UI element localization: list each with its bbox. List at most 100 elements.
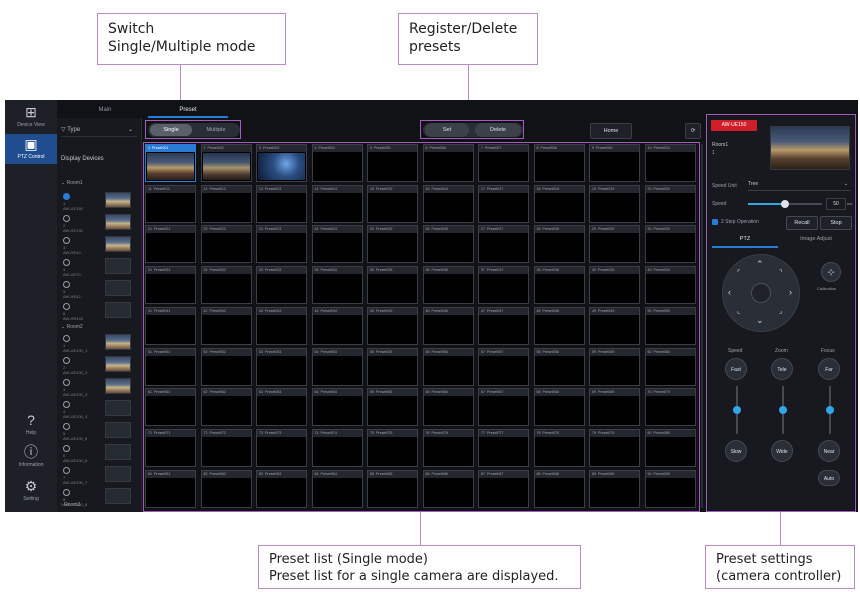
preset-cell[interactable]: 82 Preset082 bbox=[200, 469, 252, 508]
preset-cell[interactable]: 59 Preset059 bbox=[589, 347, 640, 386]
preset-cell[interactable]: 67 Preset067 bbox=[478, 388, 529, 427]
nav-help[interactable]: ? Help bbox=[5, 412, 57, 438]
preset-cell[interactable]: 49 Preset049 bbox=[589, 306, 640, 345]
preset-cell[interactable]: 23 Preset023 bbox=[256, 225, 307, 264]
arrow-up-left-icon[interactable]: ⌜ bbox=[737, 269, 740, 277]
preset-cell[interactable]: 15 Preset015 bbox=[367, 184, 418, 223]
preset-cell[interactable]: 54 Preset054 bbox=[311, 347, 363, 386]
preset-cell[interactable]: 27 Preset027 bbox=[478, 225, 529, 264]
preset-cell[interactable]: 78 Preset078 bbox=[533, 428, 585, 467]
nav-information[interactable]: ⓘ Information bbox=[5, 444, 57, 470]
refresh-button[interactable]: ⟳ bbox=[685, 123, 701, 139]
preset-cell[interactable]: 22 Preset022 bbox=[200, 225, 252, 264]
preset-cell[interactable]: 90 Preset090 bbox=[644, 469, 696, 508]
preset-cell[interactable]: 46 Preset046 bbox=[422, 306, 474, 345]
group-room3[interactable]: › Room3 bbox=[61, 502, 80, 508]
device-row[interactable]: 1 AW-UE100_1 bbox=[61, 332, 139, 354]
device-row[interactable]: 5 AW-HE42 bbox=[61, 278, 139, 300]
ptz-pad[interactable]: ⌃ ⌄ ‹ › ⌜ ⌝ ⌞ ⌟ bbox=[722, 254, 800, 332]
preset-cell[interactable]: 8 Preset008 bbox=[533, 144, 585, 182]
arrow-down-left-icon[interactable]: ⌞ bbox=[737, 307, 740, 315]
preset-cell[interactable]: 29 Preset029 bbox=[589, 225, 640, 264]
preset-cell[interactable]: 10 Preset010 bbox=[644, 144, 696, 182]
multiple-button[interactable]: Multiple bbox=[194, 124, 238, 136]
preset-cell[interactable]: 71 Preset071 bbox=[145, 428, 196, 467]
preset-cell[interactable]: 2 Preset002 bbox=[200, 144, 252, 182]
tab-image-adjust[interactable]: Image Adjust bbox=[782, 236, 850, 246]
preset-cell[interactable]: 73 Preset073 bbox=[256, 428, 307, 467]
tab-main[interactable]: Main bbox=[65, 104, 145, 116]
preset-cell[interactable]: 16 Preset016 bbox=[422, 184, 474, 223]
near-button[interactable]: Near bbox=[818, 440, 840, 462]
grid-scrollbar[interactable] bbox=[701, 144, 703, 508]
tele-button[interactable]: Tele bbox=[771, 358, 793, 380]
preset-cell[interactable]: 35 Preset035 bbox=[367, 266, 418, 305]
two-step-checkbox[interactable] bbox=[712, 219, 718, 225]
preset-cell[interactable]: 81 Preset081 bbox=[145, 469, 196, 508]
preset-cell[interactable]: 45 Preset045 bbox=[367, 306, 418, 345]
preset-cell[interactable]: 14 Preset014 bbox=[311, 184, 363, 223]
device-radio[interactable] bbox=[63, 357, 70, 364]
preset-cell[interactable]: 21 Preset021 bbox=[145, 225, 196, 264]
preset-cell[interactable]: 31 Preset031 bbox=[145, 266, 196, 305]
nav-device-view[interactable]: ⊞ Device View bbox=[5, 104, 57, 130]
type-filter[interactable]: ▽ Type ⌄ bbox=[61, 124, 137, 137]
preset-cell[interactable]: 17 Preset017 bbox=[478, 184, 529, 223]
preset-cell[interactable]: 61 Preset061 bbox=[145, 388, 196, 427]
arrow-down-icon[interactable]: ⌄ bbox=[756, 315, 764, 326]
set-button[interactable]: Set bbox=[425, 123, 469, 137]
preset-cell[interactable]: 84 Preset084 bbox=[311, 469, 363, 508]
preset-cell[interactable]: 88 Preset088 bbox=[533, 469, 585, 508]
preset-cell[interactable]: 38 Preset038 bbox=[533, 266, 585, 305]
preset-cell[interactable]: 63 Preset063 bbox=[256, 388, 307, 427]
preset-cell[interactable]: 87 Preset087 bbox=[478, 469, 529, 508]
device-radio[interactable] bbox=[63, 335, 70, 342]
preset-cell[interactable]: 36 Preset036 bbox=[422, 266, 474, 305]
preset-cell[interactable]: 47 Preset047 bbox=[478, 306, 529, 345]
preset-cell[interactable]: 1 Preset001 bbox=[145, 144, 196, 182]
preset-cell[interactable]: 48 Preset048 bbox=[533, 306, 585, 345]
preset-cell[interactable]: 12 Preset012 bbox=[200, 184, 252, 223]
stop-button[interactable]: Stop bbox=[820, 216, 852, 230]
tab-ptz[interactable]: PTZ bbox=[712, 236, 778, 248]
preset-cell[interactable]: 6 Preset006 bbox=[422, 144, 474, 182]
preset-cell[interactable]: 57 Preset057 bbox=[478, 347, 529, 386]
preset-cell[interactable]: 9 Preset009 bbox=[589, 144, 640, 182]
device-radio[interactable] bbox=[63, 401, 70, 408]
device-radio[interactable] bbox=[63, 215, 70, 222]
preset-cell[interactable]: 74 Preset074 bbox=[311, 428, 363, 467]
speed-unit-select[interactable]: Tree ⌄ bbox=[748, 179, 850, 191]
wide-button[interactable]: Wide bbox=[771, 440, 793, 462]
device-row[interactable]: 2 AW-HE130 bbox=[61, 212, 139, 234]
nav-setting[interactable]: ⚙ Setting bbox=[5, 478, 57, 506]
device-row[interactable]: 5 AW-UE100_5 bbox=[61, 420, 139, 442]
preset-cell[interactable]: 65 Preset065 bbox=[367, 388, 418, 427]
preset-cell[interactable]: 30 Preset030 bbox=[644, 225, 696, 264]
device-row[interactable]: 4 AW-UE70 bbox=[61, 256, 139, 278]
slow-button[interactable]: Slow bbox=[725, 440, 747, 462]
preset-cell[interactable]: 32 Preset032 bbox=[200, 266, 252, 305]
preset-cell[interactable]: 66 Preset066 bbox=[422, 388, 474, 427]
device-radio[interactable] bbox=[63, 379, 70, 386]
device-row[interactable]: 3 AW-UE100_3 bbox=[61, 376, 139, 398]
preset-cell[interactable]: 51 Preset051 bbox=[145, 347, 196, 386]
preset-cell[interactable]: 44 Preset044 bbox=[311, 306, 363, 345]
speed-vertical-slider[interactable] bbox=[733, 386, 741, 434]
device-radio[interactable] bbox=[63, 467, 70, 474]
preset-cell[interactable]: 53 Preset053 bbox=[256, 347, 307, 386]
preset-cell[interactable]: 83 Preset083 bbox=[256, 469, 307, 508]
preset-cell[interactable]: 4 Preset004 bbox=[311, 144, 363, 182]
zoom-vertical-slider[interactable] bbox=[779, 386, 787, 434]
device-radio[interactable] bbox=[63, 193, 70, 200]
preset-cell[interactable]: 62 Preset062 bbox=[200, 388, 252, 427]
preset-cell[interactable]: 11 Preset011 bbox=[145, 184, 196, 223]
preset-cell[interactable]: 43 Preset043 bbox=[256, 306, 307, 345]
home-button[interactable]: Home bbox=[590, 123, 632, 139]
preset-cell[interactable]: 26 Preset026 bbox=[422, 225, 474, 264]
preset-cell[interactable]: 40 Preset040 bbox=[644, 266, 696, 305]
auto-button[interactable]: Auto bbox=[818, 470, 840, 486]
device-radio[interactable] bbox=[63, 303, 70, 310]
preset-cell[interactable]: 89 Preset089 bbox=[589, 469, 640, 508]
speed-vertical-knob[interactable] bbox=[733, 406, 741, 414]
device-radio[interactable] bbox=[63, 259, 70, 266]
